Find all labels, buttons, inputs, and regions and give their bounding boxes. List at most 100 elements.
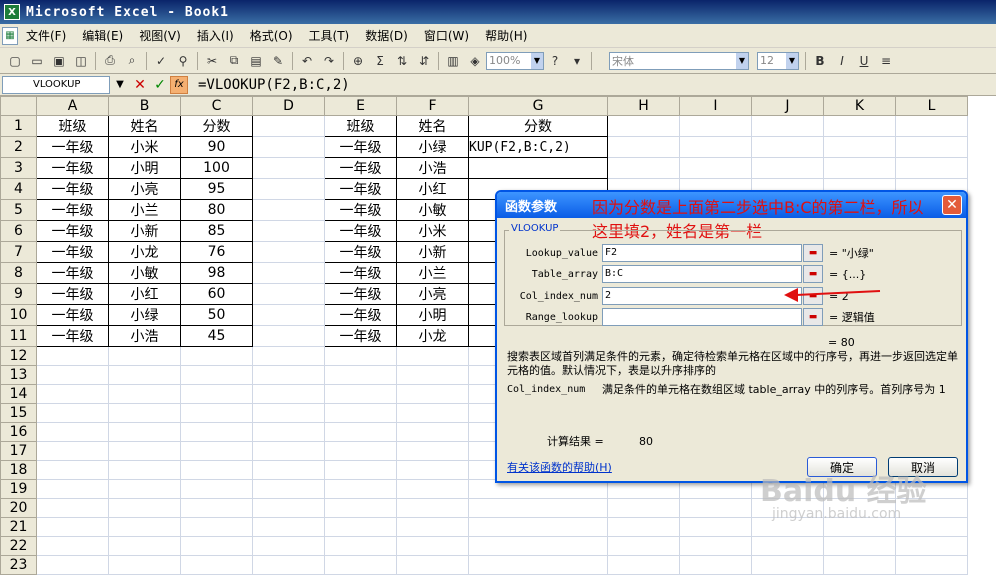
row-header[interactable]: 15	[0, 403, 37, 423]
cell[interactable]	[324, 479, 397, 499]
collapse-dialog-icon[interactable]: ▬	[803, 265, 823, 283]
cell[interactable]	[252, 536, 325, 556]
zoom-combo[interactable]: 100% ▼	[486, 51, 544, 70]
chart-icon[interactable]: ▥	[442, 51, 464, 71]
column-header[interactable]: D	[252, 96, 325, 116]
drawing-icon[interactable]: ◈	[464, 51, 486, 71]
cell[interactable]	[751, 157, 824, 179]
redo-icon[interactable]: ↷	[318, 51, 340, 71]
cell[interactable]	[679, 517, 752, 537]
cut-icon[interactable]: ✂	[201, 51, 223, 71]
cell[interactable]	[823, 136, 896, 158]
cell[interactable]: 一年级	[36, 220, 109, 242]
cell[interactable]: 小敏	[396, 199, 469, 221]
cell[interactable]: 分数	[468, 115, 608, 137]
cell[interactable]	[180, 498, 253, 518]
cell[interactable]	[180, 536, 253, 556]
cell[interactable]	[396, 517, 469, 537]
cell[interactable]: 一年级	[36, 178, 109, 200]
cell[interactable]	[36, 403, 109, 423]
cell[interactable]: 一年级	[324, 157, 397, 179]
row-header[interactable]: 11	[0, 325, 37, 347]
cell[interactable]	[180, 403, 253, 423]
cell[interactable]	[679, 136, 752, 158]
cell[interactable]	[396, 422, 469, 442]
align-left-icon[interactable]: ≡	[875, 51, 897, 71]
cell[interactable]	[823, 157, 896, 179]
cell[interactable]	[252, 115, 325, 137]
cell[interactable]	[108, 441, 181, 461]
column-header[interactable]: A	[36, 96, 109, 116]
cell[interactable]	[252, 460, 325, 480]
name-box[interactable]: VLOOKUP	[2, 75, 110, 94]
row-header[interactable]: 20	[0, 498, 37, 518]
close-icon[interactable]: ✕	[942, 195, 962, 215]
print-icon[interactable]: ⎙	[99, 51, 121, 71]
hyperlink-icon[interactable]: ⊕	[347, 51, 369, 71]
menu-tools[interactable]: 工具(T)	[301, 27, 358, 44]
cell[interactable]: 小敏	[108, 262, 181, 284]
italic-button[interactable]: I	[831, 51, 853, 71]
font-size-combo[interactable]: 12 ▼	[757, 51, 799, 70]
cell[interactable]	[324, 555, 397, 575]
column-header[interactable]: L	[895, 96, 968, 116]
cell[interactable]	[823, 115, 896, 137]
cell[interactable]	[108, 460, 181, 480]
cancel-formula-button[interactable]: ✕	[130, 76, 150, 94]
cell[interactable]	[895, 536, 968, 556]
cell[interactable]	[823, 536, 896, 556]
cell[interactable]	[607, 536, 680, 556]
menu-window[interactable]: 窗口(W)	[416, 27, 477, 44]
cell[interactable]: 小亮	[108, 178, 181, 200]
cell[interactable]	[823, 555, 896, 575]
cell[interactable]	[36, 498, 109, 518]
cell[interactable]	[396, 460, 469, 480]
undo-icon[interactable]: ↶	[296, 51, 318, 71]
cell[interactable]	[252, 517, 325, 537]
cell[interactable]	[36, 555, 109, 575]
cell[interactable]	[180, 441, 253, 461]
save-icon[interactable]: ▣	[48, 51, 70, 71]
cell[interactable]	[252, 384, 325, 404]
cell[interactable]	[468, 498, 608, 518]
cell[interactable]: 小浩	[108, 325, 181, 347]
cell[interactable]: 分数	[180, 115, 253, 137]
column-header[interactable]: C	[180, 96, 253, 116]
format-painter-icon[interactable]: ✎	[267, 51, 289, 71]
cell[interactable]	[396, 479, 469, 499]
row-header[interactable]: 22	[0, 536, 37, 556]
lookup-value-input[interactable]: F2	[602, 244, 802, 262]
cell[interactable]	[252, 199, 325, 221]
menu-view[interactable]: 视图(V)	[131, 27, 189, 44]
column-header[interactable]: B	[108, 96, 181, 116]
open-icon[interactable]: ▭	[26, 51, 48, 71]
underline-button[interactable]: U	[853, 51, 875, 71]
cell[interactable]	[252, 479, 325, 499]
cell[interactable]	[180, 365, 253, 385]
cell[interactable]: 76	[180, 241, 253, 263]
cell[interactable]: 小新	[108, 220, 181, 242]
table-array-input[interactable]: B:C	[602, 265, 802, 283]
row-header[interactable]: 1	[0, 115, 37, 137]
column-header[interactable]: G	[468, 96, 608, 116]
cell[interactable]: 班级	[36, 115, 109, 137]
cell[interactable]: 一年级	[324, 262, 397, 284]
formula-input[interactable]: =VLOOKUP(F2,B:C,2)	[198, 77, 350, 93]
cell[interactable]	[36, 517, 109, 537]
cell[interactable]	[252, 178, 325, 200]
cell[interactable]: 小米	[396, 220, 469, 242]
row-header[interactable]: 18	[0, 460, 37, 480]
row-header[interactable]: 5	[0, 199, 37, 221]
cell[interactable]	[679, 555, 752, 575]
cell[interactable]: 小红	[396, 178, 469, 200]
cell[interactable]	[108, 384, 181, 404]
cell[interactable]: 一年级	[324, 199, 397, 221]
chevron-down-icon[interactable]: ▼	[786, 52, 798, 69]
cell[interactable]	[108, 365, 181, 385]
cell[interactable]	[679, 498, 752, 518]
cell[interactable]	[396, 536, 469, 556]
menu-format[interactable]: 格式(O)	[242, 27, 301, 44]
column-header[interactable]: E	[324, 96, 397, 116]
collapse-dialog-icon[interactable]: ▬	[803, 244, 823, 262]
cell[interactable]	[396, 498, 469, 518]
